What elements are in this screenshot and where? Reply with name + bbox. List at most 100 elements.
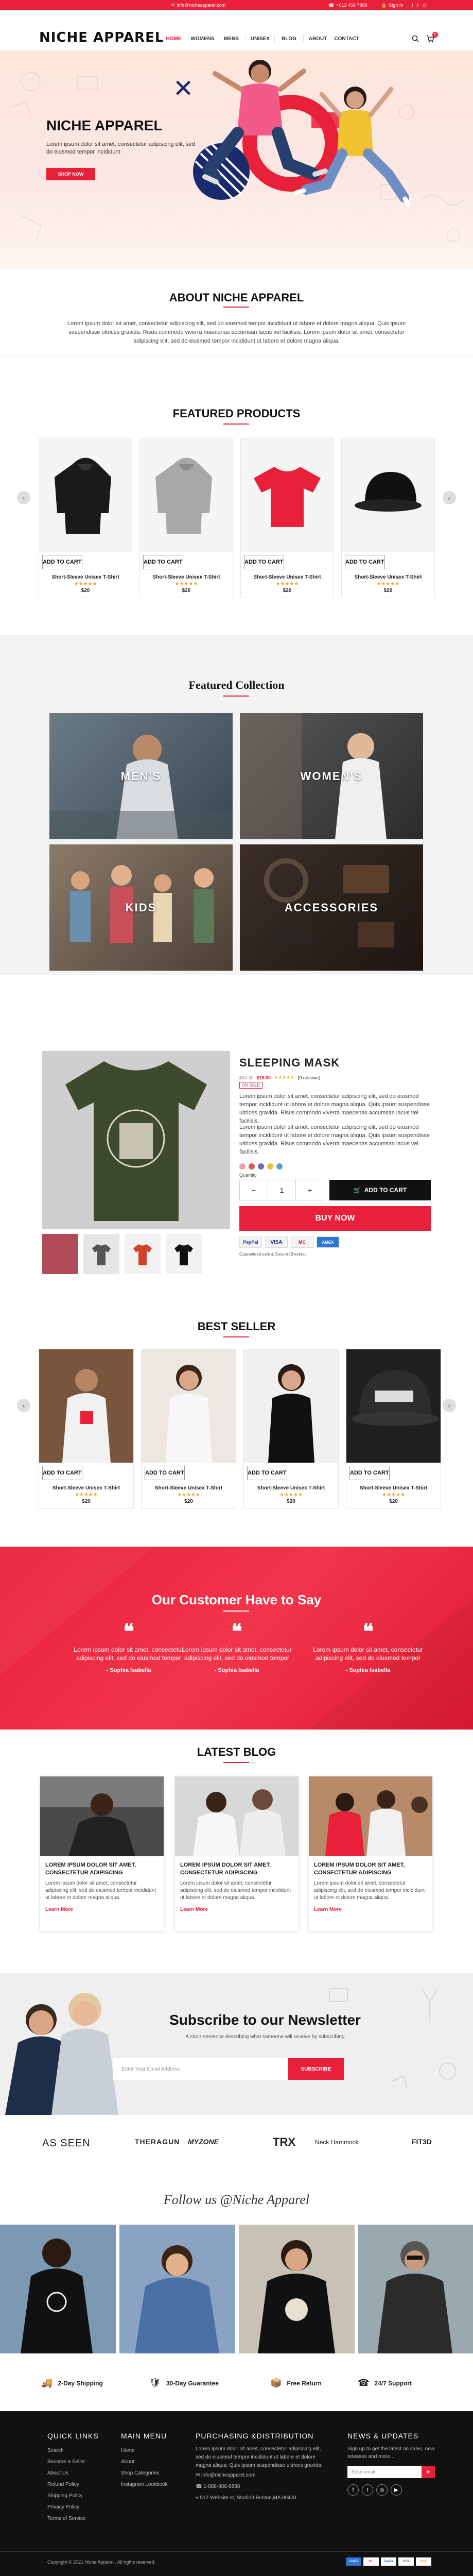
product-card[interactable]: ADD TO CART Short-Sleeve Unisex T-Shirt … [141, 1349, 236, 1509]
collection-tile-mens[interactable]: MEN'S [49, 713, 233, 839]
product-name[interactable]: Short-Sleeve Unisex T-Shirt [346, 1485, 441, 1491]
product-card[interactable]: ADD TO CART Short-Sleeve Unisex T-Shirt … [39, 438, 132, 598]
footer-link[interactable]: Instagram Lookbook [121, 2479, 168, 2490]
product-image[interactable] [241, 438, 334, 552]
product-image[interactable] [346, 1349, 441, 1463]
subscribe-button[interactable]: SUBSCRIBE [288, 2058, 344, 2080]
blog-heading[interactable]: LOREM IPSUM DOLOR SIT AMET, CONSECTETUR … [45, 1861, 159, 1877]
send-icon[interactable]: ➤ [422, 2466, 435, 2478]
nav-mens[interactable]: MENS [217, 31, 246, 46]
thumbnail[interactable] [83, 1234, 119, 1274]
product-name[interactable]: Short-Sleeve Unisex T-Shirt [39, 1485, 133, 1491]
blog-image[interactable] [309, 1776, 432, 1856]
instagram-icon[interactable]: ◎ [423, 3, 427, 8]
add-to-cart-button[interactable]: ADD TO CART [345, 555, 385, 569]
collection-tile-kids[interactable]: KIDS [49, 844, 233, 971]
instagram-photo[interactable] [119, 2225, 235, 2353]
twitter-icon[interactable]: t [362, 2484, 373, 2496]
facebook-icon[interactable]: f [347, 2484, 359, 2496]
blog-heading[interactable]: LOREM IPSUM DOLOR SIT AMET, CONSECTETUR … [314, 1861, 427, 1877]
product-card[interactable]: ADD TO CART Short-Sleeve Unisex T-Shirt … [240, 438, 334, 598]
product-card[interactable]: ADD TO CART Short-Sleeve Unisex T-Shirt … [243, 1349, 339, 1509]
footer-link[interactable]: Refund Policy [47, 2479, 99, 2490]
thumbnail[interactable] [166, 1234, 202, 1274]
color-swatch[interactable] [276, 1163, 283, 1170]
add-to-cart-button[interactable]: ADD TO CART [349, 1466, 390, 1480]
search-icon[interactable] [412, 35, 419, 42]
color-swatch[interactable] [249, 1163, 255, 1170]
product-image[interactable] [39, 438, 132, 552]
youtube-icon[interactable]: ▶ [391, 2484, 402, 2496]
footer-link[interactable]: About Us [47, 2468, 99, 2479]
blog-heading[interactable]: LOREM IPSUM DOLOR SIT AMET, CONSECTETUR … [180, 1861, 293, 1877]
footer-link[interactable]: Search [47, 2445, 99, 2456]
color-swatch[interactable] [267, 1163, 273, 1170]
product-image[interactable] [140, 438, 233, 552]
blog-card[interactable]: LOREM IPSUM DOLOR SIT AMET, CONSECTETUR … [309, 1776, 432, 1931]
reviews-count[interactable]: (0 reviews) [297, 1075, 320, 1080]
product-name[interactable]: Short-Sleeve Unisex T-Shirt [142, 1485, 236, 1491]
collection-tile-womens[interactable]: WOMEN'S [240, 713, 423, 839]
footer-phone[interactable]: ☎ 1-888-888-8888 [196, 2481, 324, 2493]
product-name[interactable]: Short-Sleeve Unisex T-Shirt [140, 574, 233, 580]
qty-plus-button[interactable]: + [296, 1180, 324, 1200]
blog-card[interactable]: LOREM IPSUM DOLOR SIT AMET, CONSECTETUR … [40, 1776, 164, 1931]
newsletter-email-input[interactable]: Enter Your Email Address [113, 2058, 288, 2080]
product-image[interactable] [342, 438, 434, 552]
thumbnail[interactable] [125, 1234, 161, 1274]
featured-next-arrow[interactable]: › [443, 491, 456, 504]
add-to-cart-main-button[interactable]: 🛒 ADD TO CART [329, 1180, 431, 1200]
product-image[interactable] [142, 1349, 236, 1463]
nav-womens[interactable]: WOMENS [188, 31, 217, 46]
nav-contact[interactable]: CONTACT [332, 31, 361, 46]
facebook-icon[interactable]: f [412, 3, 413, 8]
product-main-image[interactable] [42, 1051, 230, 1229]
footer-link[interactable]: Privacy Policy [47, 2502, 99, 2513]
color-swatch[interactable] [258, 1163, 264, 1170]
nav-about[interactable]: ABOUT [304, 31, 332, 46]
product-card[interactable]: ADD TO CART Short-Sleeve Unisex T-Shirt … [341, 438, 435, 598]
thumbnail[interactable] [42, 1234, 78, 1274]
footer-link[interactable]: Terms of Service [47, 2513, 99, 2524]
buy-now-button[interactable]: BUY NOW [239, 1206, 431, 1231]
qty-minus-button[interactable]: − [240, 1180, 268, 1200]
instagram-photo[interactable] [239, 2225, 355, 2353]
blog-image[interactable] [175, 1776, 299, 1856]
color-swatch[interactable] [239, 1163, 246, 1170]
bestseller-next-arrow[interactable]: › [443, 1399, 456, 1412]
footer-link[interactable]: Shop Categories [121, 2468, 168, 2479]
learn-more-link[interactable]: Learn More [45, 1907, 159, 1912]
learn-more-link[interactable]: Learn More [180, 1907, 293, 1912]
product-name[interactable]: Short-Sleeve Unisex T-Shirt [342, 574, 434, 580]
product-card[interactable]: ADD TO CART Short-Sleeve Unisex T-Shirt … [39, 1349, 134, 1509]
product-card[interactable]: ADD TO CART Short-Sleeve Unisex T-Shirt … [139, 438, 233, 598]
twitter-icon[interactable]: t [417, 3, 419, 8]
footer-link[interactable]: About [121, 2456, 168, 2468]
product-image[interactable] [39, 1349, 133, 1463]
nav-unisex[interactable]: UNISEX [246, 31, 274, 46]
nav-home[interactable]: HOME [160, 31, 188, 46]
product-name[interactable]: Short-Sleeve Unisex T-Shirt [39, 574, 132, 580]
nav-blog[interactable]: BLOG [275, 31, 303, 46]
topbar-signin[interactable]: 🔒 Sign In [381, 0, 403, 10]
footer-link[interactable]: Shipping Policy [47, 2490, 99, 2502]
product-image[interactable] [244, 1349, 338, 1463]
cart-icon[interactable]: 0 [426, 31, 438, 43]
footer-email[interactable]: ✉ info@nicheapparel.com [196, 2470, 324, 2481]
footer-email-input[interactable]: Enter email [347, 2466, 422, 2478]
qty-input[interactable]: 1 [267, 1180, 296, 1200]
site-logo[interactable]: NICHE APPAREL [39, 30, 164, 45]
add-to-cart-button[interactable]: ADD TO CART [244, 555, 284, 569]
blog-card[interactable]: LOREM IPSUM DOLOR SIT AMET, CONSECTETUR … [175, 1776, 299, 1931]
bestseller-prev-arrow[interactable]: ‹ [17, 1399, 30, 1412]
shop-now-button[interactable]: SHOP NOW [46, 168, 95, 180]
add-to-cart-button[interactable]: ADD TO CART [143, 555, 183, 569]
add-to-cart-button[interactable]: ADD TO CART [42, 1466, 82, 1480]
add-to-cart-button[interactable]: ADD TO CART [42, 555, 82, 569]
instagram-photo[interactable] [358, 2225, 473, 2353]
footer-link[interactable]: Home [121, 2445, 168, 2456]
instagram-icon[interactable]: ◎ [376, 2484, 388, 2496]
product-name[interactable]: Short-Sleeve Unisex T-Shirt [244, 1485, 338, 1491]
blog-image[interactable] [40, 1776, 164, 1856]
instagram-photo[interactable] [0, 2225, 116, 2353]
